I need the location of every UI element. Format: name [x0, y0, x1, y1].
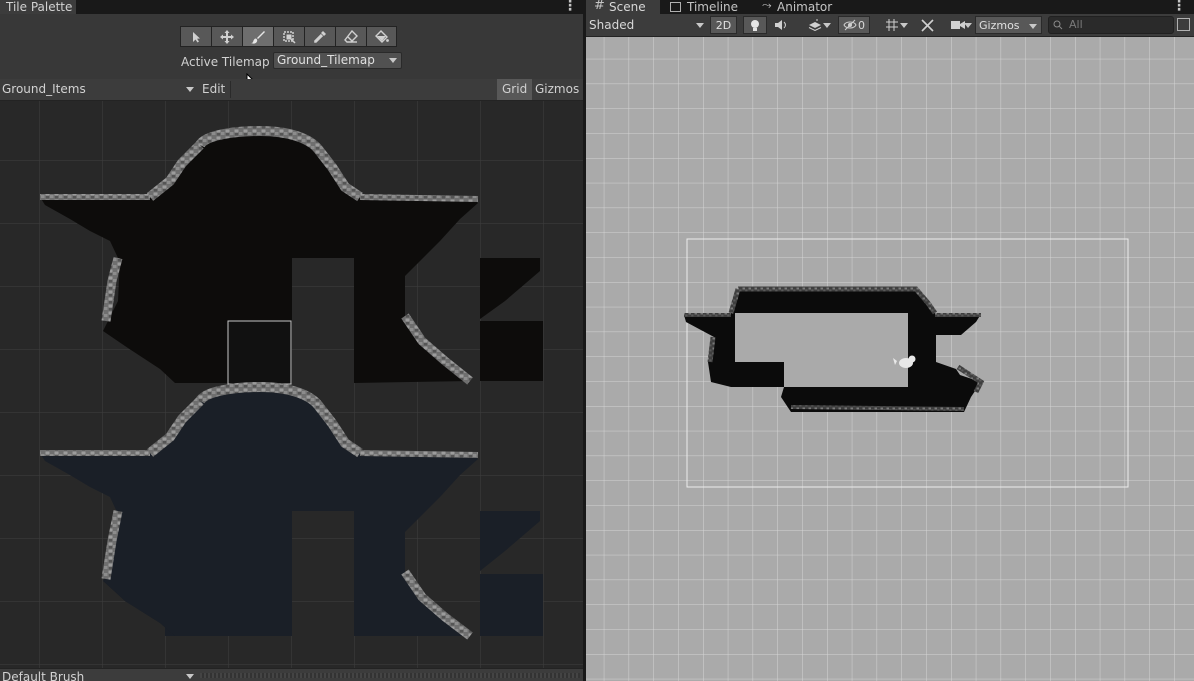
palette-canvas[interactable] [0, 101, 583, 668]
paint-brush-icon [251, 30, 265, 44]
kebab-menu-icon[interactable]: ⋮ [1172, 0, 1186, 14]
paint-brush-tool-button[interactable] [242, 26, 273, 47]
move-icon [220, 29, 234, 44]
maximize-view-icon[interactable] [1177, 18, 1190, 31]
grid-toggle-button[interactable]: Grid [497, 79, 533, 100]
chevron-down-icon [900, 23, 908, 28]
hidden-count: 0 [858, 18, 865, 32]
active-tilemap-dropdown[interactable]: Ground_Tilemap [273, 52, 402, 69]
hidden-objects-toggle[interactable]: 0 [838, 16, 870, 34]
eye-hidden-icon [843, 19, 857, 31]
effects-layers-icon [808, 19, 822, 31]
brush-selector-dropdown[interactable]: Default Brush [0, 669, 196, 681]
search-icon [1053, 20, 1063, 30]
hash-grid-icon: # [594, 0, 605, 13]
tabbar-filler [76, 0, 583, 14]
fill-bucket-icon [374, 29, 389, 43]
select-arrow-icon [193, 31, 200, 42]
box-fill-icon [283, 30, 296, 44]
tab-scene[interactable]: # Scene [586, 0, 660, 14]
search-placeholder: All [1069, 18, 1083, 31]
draw-mode-dropdown[interactable]: Shaded [586, 16, 706, 34]
toolbar-divider [230, 81, 231, 98]
chevron-down-icon [964, 23, 972, 28]
palette-tiles-graphic [0, 101, 583, 668]
animator-icon: ⤳ [762, 0, 772, 12]
palette-toolbar: Ground_Items Edit Grid Gizmos [0, 79, 583, 101]
palette-name: Ground_Items [2, 82, 86, 96]
picker-tool-button[interactable] [304, 26, 335, 47]
tab-animator-label: Animator [777, 0, 833, 14]
tab-timeline-label: Timeline [687, 0, 739, 14]
tile-palette-tabbar: Tile Palette ⋮ [0, 0, 583, 14]
tab-tile-palette[interactable]: Tile Palette [0, 0, 79, 14]
selected-tile [227, 320, 292, 385]
timeline-icon [670, 2, 681, 12]
box-fill-tool-button[interactable] [273, 26, 304, 47]
brush-name: Default Brush [2, 670, 85, 681]
scene-viewport[interactable] [586, 37, 1194, 681]
scene-toolbar: Shaded 2D 0 Gizmos All [586, 14, 1194, 37]
camera-icon [951, 21, 965, 29]
gizmos-label: Gizmos [979, 18, 1020, 32]
chevron-down-icon [1029, 24, 1037, 29]
chevron-down-icon [696, 23, 704, 28]
brush-bar-divider [200, 673, 580, 678]
grid-snap-icon [886, 19, 898, 31]
scene-render [586, 37, 1194, 681]
edit-palette-button[interactable]: Edit [197, 79, 230, 100]
gizmos-dropdown[interactable]: Gizmos [975, 16, 1042, 34]
palette-selector-dropdown[interactable]: Ground_Items [0, 79, 196, 100]
scene-search-field[interactable]: All [1048, 16, 1174, 34]
active-tilemap-label: Active Tilemap [181, 55, 270, 69]
active-tilemap-value: Ground_Tilemap [277, 53, 375, 67]
grid-snap-dropdown[interactable] [872, 16, 912, 34]
kebab-menu-icon[interactable]: ⋮ [563, 0, 577, 14]
eraser-icon [344, 29, 358, 43]
chevron-down-icon [389, 58, 397, 63]
tile-palette-panel: Tile Palette ⋮ Active Tilemap Ground_Til… [0, 0, 583, 681]
crossed-tools-icon [920, 18, 934, 32]
lighting-toggle-button[interactable] [743, 16, 767, 34]
select-tool-button[interactable] [180, 26, 211, 47]
draw-mode-value: Shaded [589, 18, 635, 32]
chevron-down-icon [186, 87, 194, 92]
fill-bucket-tool-button[interactable] [366, 26, 397, 47]
tab-scene-label: Scene [609, 0, 646, 14]
move-tool-button[interactable] [211, 26, 242, 47]
toggle-2d-button[interactable]: 2D [710, 16, 737, 34]
speaker-icon [775, 20, 786, 30]
lightbulb-icon [751, 19, 759, 31]
eyedropper-icon [314, 30, 326, 43]
scene-panel: # Scene Timeline ⤳ Animator ⋮ Shaded 2D [586, 0, 1194, 681]
gizmos-toggle-button[interactable]: Gizmos [530, 79, 583, 100]
effects-dropdown[interactable] [795, 16, 835, 34]
tool-button-group [180, 26, 397, 47]
tab-animator[interactable]: ⤳ Animator [762, 0, 852, 14]
tab-timeline[interactable]: Timeline [670, 0, 752, 14]
camera-dropdown[interactable] [942, 16, 974, 34]
chevron-down-icon [823, 23, 831, 28]
audio-toggle-button[interactable] [769, 16, 793, 34]
tools-button[interactable] [916, 16, 938, 34]
scene-tabbar: # Scene Timeline ⤳ Animator ⋮ [586, 0, 1194, 14]
chevron-down-icon [186, 674, 194, 679]
eraser-tool-button[interactable] [335, 26, 366, 47]
brush-bar: Default Brush [0, 668, 583, 681]
